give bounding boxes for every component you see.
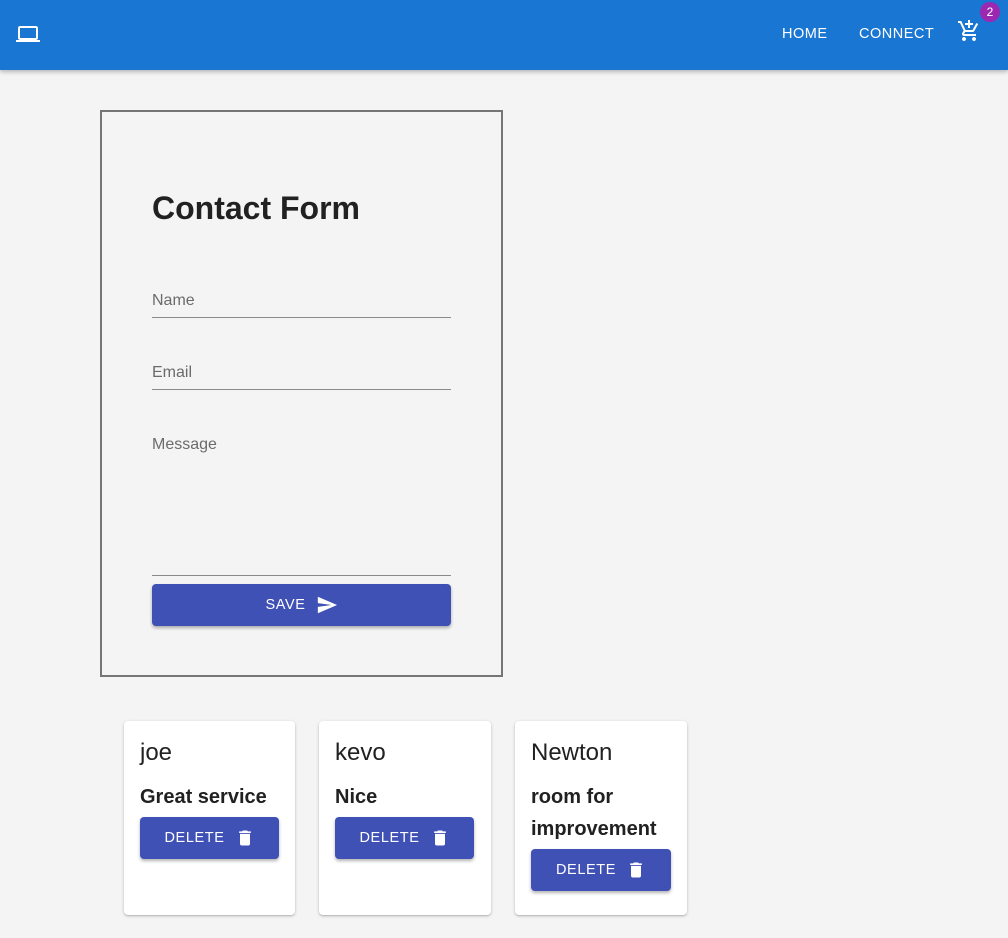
delete-button-label: DELETE	[164, 830, 225, 846]
message-field[interactable]: Message	[152, 436, 451, 576]
trash-icon	[430, 828, 450, 848]
email-field-label: Email	[152, 364, 193, 381]
review-name: Newton	[531, 739, 613, 766]
delete-button[interactable]: DELETE	[335, 817, 474, 859]
review-card: Newton room for improvement DELETE	[515, 721, 687, 915]
laptop-icon[interactable]	[16, 22, 40, 46]
delete-button[interactable]: DELETE	[531, 849, 671, 891]
form-title: Contact Form	[152, 190, 360, 226]
message-field-label: Message	[152, 436, 217, 453]
app-bar: HOME CONNECT 2	[0, 0, 1008, 70]
trash-icon	[235, 828, 255, 848]
save-button-label: SAVE	[265, 597, 306, 613]
save-button[interactable]: SAVE	[152, 584, 451, 626]
nav-connect-link[interactable]: CONNECT	[859, 24, 934, 44]
trash-icon	[626, 860, 646, 880]
name-field-label: Name	[152, 292, 195, 309]
review-message: Nice	[335, 786, 378, 808]
review-message: Great service	[140, 786, 267, 808]
review-card: joe Great service DELETE	[124, 721, 295, 915]
review-message: room for improvement	[531, 786, 657, 840]
name-field[interactable]: Name	[152, 292, 451, 318]
delete-button-label: DELETE	[359, 830, 420, 846]
email-field[interactable]: Email	[152, 364, 451, 390]
review-name: kevo	[335, 739, 386, 766]
contact-form: Contact Form Name Email Message SAVE	[100, 110, 503, 677]
delete-button[interactable]: DELETE	[140, 817, 279, 859]
add-shopping-cart-icon[interactable]	[957, 19, 981, 43]
review-card: kevo Nice DELETE	[319, 721, 491, 915]
send-icon	[316, 594, 338, 616]
review-name: joe	[140, 739, 173, 766]
cart-count-badge: 2	[980, 2, 1000, 22]
delete-button-label: DELETE	[555, 862, 616, 878]
nav-home-link[interactable]: HOME	[782, 24, 828, 44]
